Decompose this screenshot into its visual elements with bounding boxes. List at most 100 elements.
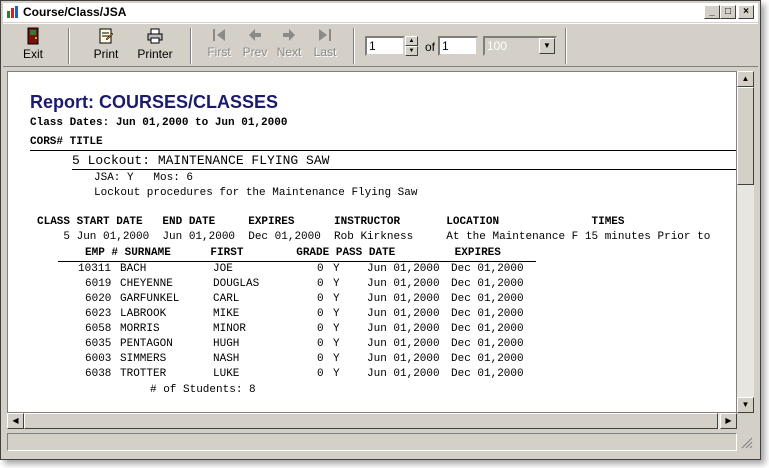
- surname-cell: LABROOK: [120, 308, 167, 320]
- course-header: CORS# TITLE: [30, 136, 103, 148]
- expires-cell: Dec 01,2000: [451, 278, 524, 290]
- print-button[interactable]: Print: [86, 27, 126, 65]
- table-row: 6058 MORRIS MINOR 0 Y Jun 01,2000 Dec 01…: [8, 323, 538, 338]
- table-row: 6003 SIMMERS NASH 0 Y Jun 01,2000 Dec 01…: [8, 353, 538, 368]
- first-cell: CARL: [213, 293, 240, 305]
- last-page-icon: [319, 29, 331, 41]
- exit-button[interactable]: Exit: [13, 27, 53, 65]
- surname-cell: BACH: [120, 263, 147, 275]
- date-cell: Jun 01,2000: [367, 293, 440, 305]
- expires-cell: Dec 01,2000: [451, 353, 524, 365]
- report-viewport[interactable]: Report: COURSES/CLASSES Class Dates: Jun…: [7, 71, 737, 413]
- vertical-scrollbar[interactable]: ▲ ▼: [737, 71, 754, 413]
- close-button[interactable]: ×: [738, 5, 754, 19]
- class-header: CLASS START DATE END DATE EXPIRES INSTRU…: [37, 216, 625, 228]
- pass-cell: Y: [333, 293, 340, 305]
- emp-cell: 6038: [85, 368, 112, 380]
- title-bar[interactable]: Course/Class/JSA _ □ ×: [3, 3, 758, 22]
- maximize-button[interactable]: □: [720, 5, 736, 19]
- scroll-up-icon[interactable]: ▲: [737, 71, 754, 87]
- expires-cell: Dec 01,2000: [451, 293, 524, 305]
- grade-cell: 0: [317, 308, 324, 320]
- pass-cell: Y: [333, 308, 340, 320]
- date-cell: Jun 01,2000: [367, 338, 440, 350]
- first-cell: JOE: [213, 263, 233, 275]
- next-page-button[interactable]: Next: [273, 27, 305, 65]
- emp-cell: 6020: [85, 293, 112, 305]
- course-description: Lockout procedures for the Maintenance F…: [94, 187, 418, 199]
- surname-cell: CHEYENNE: [120, 278, 173, 290]
- divider: [58, 261, 536, 262]
- prev-label: Prev: [242, 45, 268, 59]
- pass-cell: Y: [333, 323, 340, 335]
- first-cell: LUKE: [213, 368, 240, 380]
- expires-cell: Dec 01,2000: [451, 263, 524, 275]
- table-row: 6019 CHEYENNE DOUGLAS 0 Y Jun 01,2000 De…: [8, 278, 538, 293]
- arrow-left-icon: [249, 29, 261, 41]
- surname-cell: SIMMERS: [120, 353, 167, 365]
- surname-cell: PENTAGON: [120, 338, 173, 350]
- print-label: Print: [93, 47, 119, 61]
- surname-cell: TROTTER: [120, 368, 167, 380]
- horizontal-scroll-thumb[interactable]: [24, 413, 718, 429]
- table-row: 6023 LABROOK MIKE 0 Y Jun 01,2000 Dec 01…: [8, 308, 538, 323]
- report-window: Course/Class/JSA _ □ × Exit Print Printe…: [0, 0, 761, 460]
- scroll-right-icon[interactable]: ▶: [720, 413, 737, 429]
- toolbar-separator: [190, 28, 192, 64]
- expires-cell: Dec 01,2000: [451, 368, 524, 380]
- scroll-down-icon[interactable]: ▼: [737, 397, 754, 413]
- expires-cell: Dec 01,2000: [451, 323, 524, 335]
- status-pane: [7, 433, 737, 451]
- page-spin-down[interactable]: ▼: [405, 46, 418, 56]
- table-row: 6035 PENTAGON HUGH 0 Y Jun 01,2000 Dec 0…: [8, 338, 538, 353]
- toolbar-separator: [353, 28, 355, 64]
- emp-cell: 6003: [85, 353, 112, 365]
- grade-cell: 0: [317, 323, 324, 335]
- grade-cell: 0: [317, 293, 324, 305]
- emp-cell: 6058: [85, 323, 112, 335]
- chevron-down-icon[interactable]: ▼: [539, 38, 555, 54]
- pass-cell: Y: [333, 368, 340, 380]
- toolbar-separator: [565, 28, 567, 64]
- first-page-icon: [213, 29, 225, 41]
- page-spin-up[interactable]: ▲: [405, 36, 418, 46]
- date-cell: Jun 01,2000: [367, 278, 440, 290]
- emp-cell: 6023: [85, 308, 112, 320]
- divider: [72, 169, 736, 170]
- table-row: 6038 TROTTER LUKE 0 Y Jun 01,2000 Dec 01…: [8, 368, 538, 383]
- arrow-right-icon: [283, 29, 295, 41]
- last-page-button[interactable]: Last: [309, 27, 341, 65]
- first-label: First: [207, 45, 231, 59]
- minimize-button[interactable]: _: [704, 5, 720, 19]
- next-label: Next: [276, 45, 302, 59]
- report-title: Report: COURSES/CLASSES: [30, 92, 279, 112]
- resize-grip-icon[interactable]: [741, 437, 753, 449]
- scroll-corner: [737, 413, 754, 429]
- student-count: # of Students: 8: [150, 384, 256, 396]
- pass-cell: Y: [333, 353, 340, 365]
- exit-label: Exit: [22, 47, 43, 61]
- first-cell: MIKE: [213, 308, 240, 320]
- scroll-left-icon[interactable]: ◀: [7, 413, 24, 429]
- window-title: Course/Class/JSA: [23, 5, 127, 19]
- divider: [30, 150, 736, 151]
- student-header: EMP # SURNAME FIRST GRADE PASS DATE EXPI…: [85, 247, 501, 259]
- emp-cell: 10311: [78, 263, 112, 275]
- toolbar: Exit Print Printer First Prev Next Last …: [3, 23, 758, 67]
- app-icon: [7, 6, 18, 18]
- table-row: 10311 BACH JOE 0 Y Jun 01,2000 Dec 01,20…: [8, 263, 538, 278]
- grade-cell: 0: [317, 353, 324, 365]
- printer-button[interactable]: Printer: [131, 27, 179, 65]
- pass-cell: Y: [333, 278, 340, 290]
- date-cell: Jun 01,2000: [367, 308, 440, 320]
- date-cell: Jun 01,2000: [367, 263, 440, 275]
- first-page-button[interactable]: First: [203, 27, 235, 65]
- first-cell: HUGH: [213, 338, 240, 350]
- prev-page-button[interactable]: Prev: [239, 27, 271, 65]
- emp-cell: 6019: [85, 278, 112, 290]
- current-page-input[interactable]: 1: [365, 36, 405, 56]
- horizontal-scrollbar[interactable]: ◀ ▶: [7, 413, 737, 429]
- exit-door-icon: [27, 27, 39, 45]
- vertical-scroll-thumb[interactable]: [737, 87, 754, 185]
- emp-cell: 6035: [85, 338, 112, 350]
